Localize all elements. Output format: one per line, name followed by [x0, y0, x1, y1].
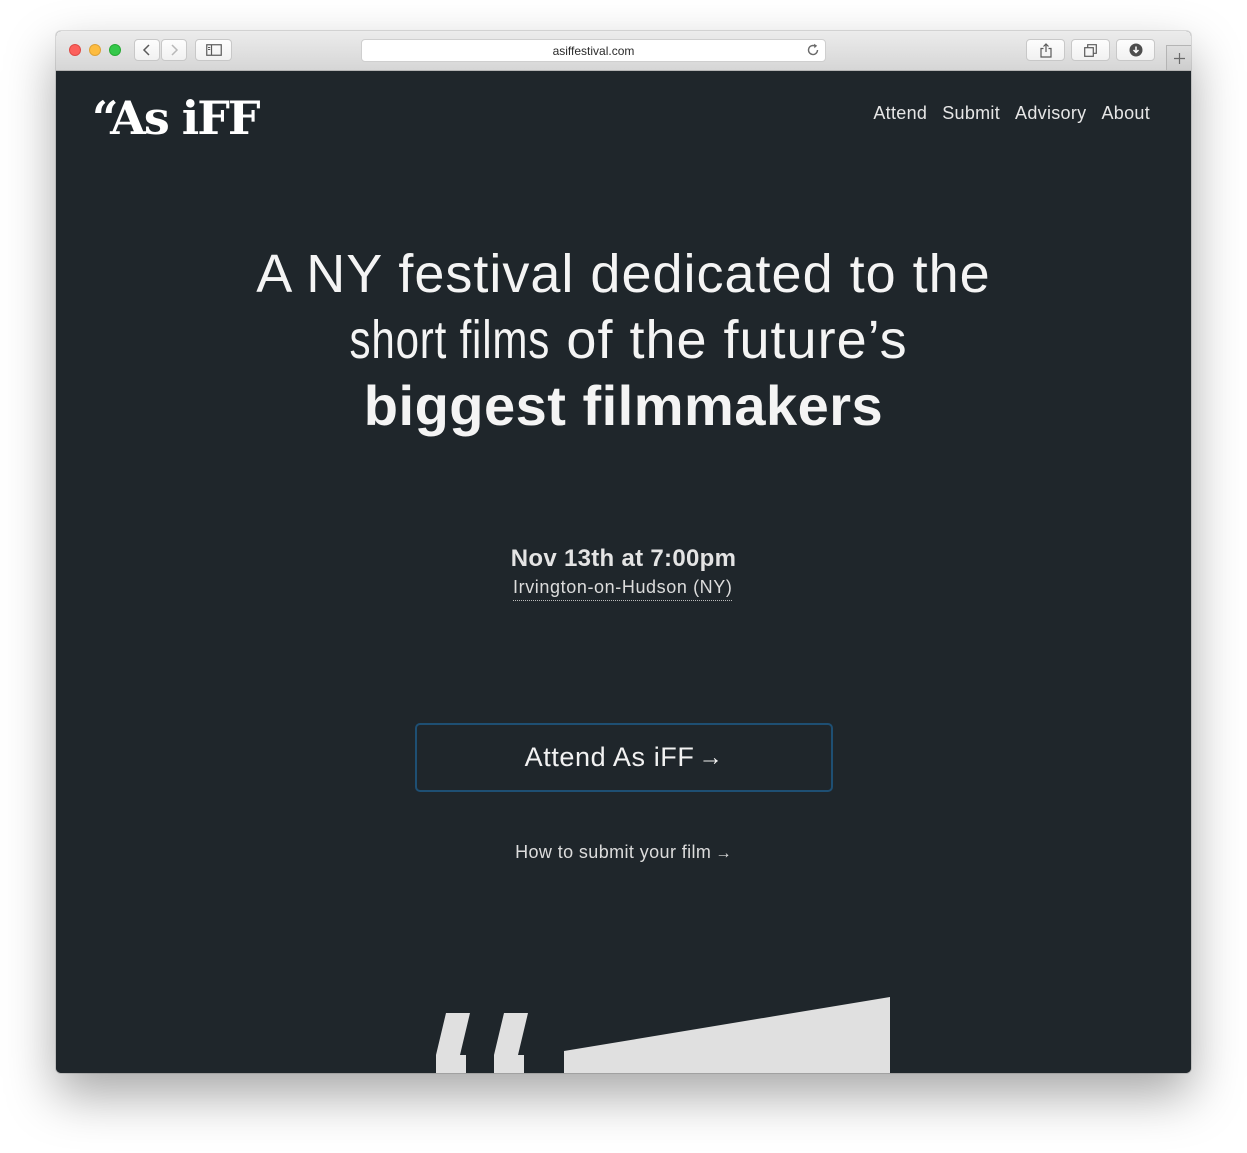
forward-button[interactable] — [161, 39, 187, 61]
submit-film-label: How to submit your film — [515, 842, 712, 862]
tabs-icon — [1084, 43, 1097, 57]
close-window-button[interactable] — [69, 44, 81, 56]
nav-advisory[interactable]: Advisory — [1015, 103, 1086, 124]
url-text: asiffestival.com — [552, 44, 635, 58]
arrow-right-icon: → — [698, 743, 724, 771]
attend-button-label: Attend As iFF — [524, 742, 695, 772]
nav-submit[interactable]: Submit — [942, 103, 1000, 124]
site-logo[interactable]: “As iFF — [92, 95, 261, 141]
address-bar[interactable]: asiffestival.com — [361, 39, 826, 62]
new-tab-button[interactable] — [1166, 45, 1191, 70]
nav-about[interactable]: About — [1101, 103, 1150, 124]
plus-icon — [1173, 52, 1185, 64]
main-nav: Attend Submit Advisory About — [873, 103, 1150, 124]
browser-toolbar: asiffestival.com — [56, 31, 1191, 71]
minimize-window-button[interactable] — [89, 44, 101, 56]
share-button[interactable] — [1026, 39, 1065, 61]
browser-window: asiffestival.com “As iFF Attend Submit A… — [56, 31, 1191, 1073]
reload-icon[interactable] — [806, 43, 820, 57]
headline-short-films: short films — [349, 310, 551, 370]
nav-attend[interactable]: Attend — [873, 103, 927, 124]
sidebar-button[interactable] — [195, 39, 232, 61]
submit-film-link[interactable]: How to submit your film → — [56, 842, 1191, 863]
event-location-link[interactable]: Irvington-on-Hudson (NY) — [513, 577, 733, 601]
page-content: “As iFF Attend Submit Advisory About A N… — [56, 71, 1191, 1073]
headline-line-2-rest: of the future’s — [550, 310, 908, 370]
arrow-right-icon: → — [715, 844, 732, 862]
quote-mark-graphic — [436, 997, 890, 1073]
headline-line-2: short films of the future’s — [56, 307, 1191, 373]
event-date: Nov 13th at 7:00pm — [510, 545, 737, 572]
attend-button[interactable]: Attend As iFF → — [415, 723, 833, 792]
chevron-right-icon — [171, 44, 179, 56]
sidebar-icon — [205, 44, 222, 56]
headline-line-1: A NY festival dedicated to the — [256, 244, 991, 304]
share-icon — [1039, 42, 1052, 58]
downloads-button[interactable] — [1116, 39, 1155, 61]
maximize-window-button[interactable] — [109, 44, 121, 56]
chevron-left-icon — [142, 44, 150, 56]
download-icon — [1129, 43, 1142, 57]
headline-line-3: biggest filmmakers — [363, 374, 884, 437]
hero-headline: A NY festival dedicated to the short fil… — [56, 241, 1191, 439]
back-button[interactable] — [134, 39, 160, 61]
tabs-overview-button[interactable] — [1071, 39, 1110, 61]
